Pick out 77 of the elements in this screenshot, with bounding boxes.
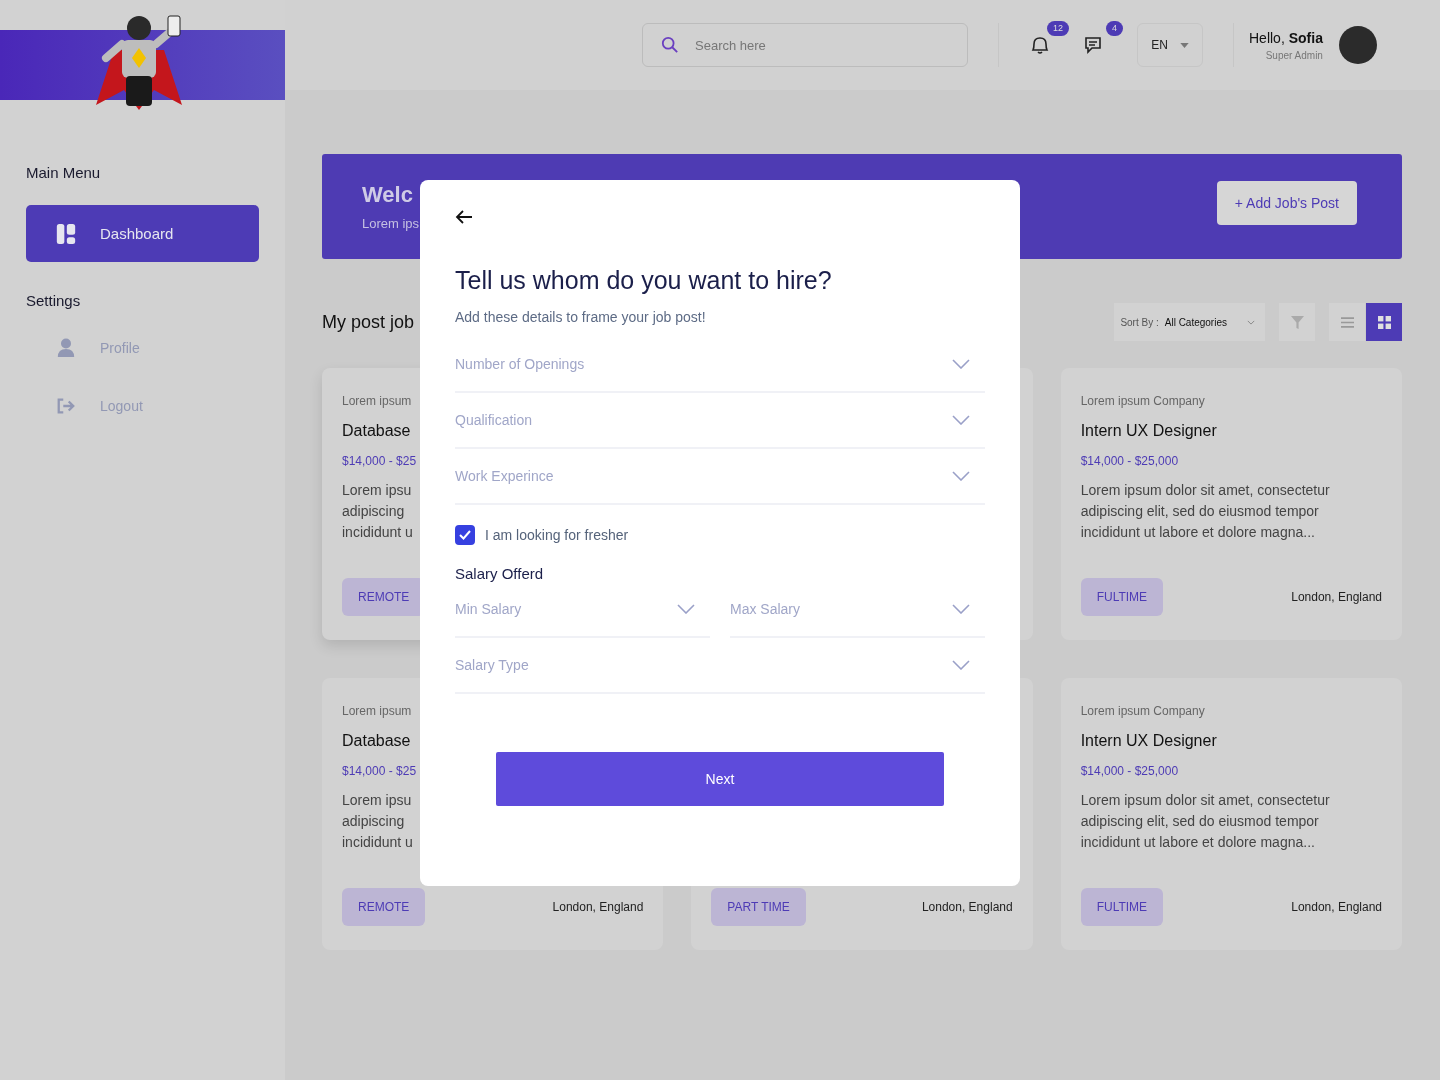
back-button[interactable] bbox=[455, 208, 473, 226]
job-type-tag: FULTIME bbox=[1080, 578, 1164, 616]
description-line: adipiscing bbox=[342, 502, 405, 521]
chevron-down-icon bbox=[952, 359, 970, 369]
notifications-button[interactable]: 12 bbox=[1029, 21, 1069, 57]
section-title: My post job bbox=[322, 311, 415, 333]
salary-range: $14,000 - $25,000 bbox=[1080, 454, 1179, 468]
location: London, England bbox=[921, 900, 1013, 914]
chevron-down-icon bbox=[952, 415, 970, 425]
description-line: adipiscing elit, sed do eiusmod tempor bbox=[1080, 812, 1319, 831]
company-name: Lorem ipsum bbox=[342, 704, 412, 718]
description-line: adipiscing elit, sed do eiusmod tempor bbox=[1080, 502, 1319, 521]
description-line: Lorem ipsu bbox=[342, 481, 412, 500]
greeting: Hello, Sofia bbox=[1249, 29, 1323, 46]
search-field[interactable]: Search here bbox=[642, 23, 968, 67]
chevron-down-icon bbox=[1247, 319, 1255, 325]
description-line: incididunt u bbox=[342, 833, 413, 852]
banner-subtitle: Lorem ips bbox=[362, 216, 420, 231]
company-name: Lorem ipsum Company bbox=[1080, 394, 1205, 408]
chevron-down-icon bbox=[952, 604, 970, 614]
notification-count-badge: 12 bbox=[1047, 21, 1069, 36]
filter-icon bbox=[1290, 315, 1304, 329]
description-line: incididunt ut labore et dolore magna... bbox=[1080, 523, 1315, 542]
user-role: Super Admin bbox=[1265, 49, 1323, 61]
job-title: Database bbox=[342, 732, 411, 750]
logout-icon bbox=[56, 396, 76, 416]
chevron-down-icon bbox=[952, 471, 970, 481]
job-title: Intern UX Designer bbox=[1080, 732, 1217, 750]
menu-section-title: Settings bbox=[26, 292, 82, 309]
salary-heading: Salary Offerd bbox=[455, 565, 544, 582]
salary-range: $14,000 - $25,000 bbox=[1080, 764, 1179, 778]
chevron-down-icon bbox=[677, 604, 695, 614]
grid-view-button[interactable] bbox=[1366, 303, 1402, 341]
job-type-tag: FULTIME bbox=[1080, 888, 1164, 926]
menu-item[interactable]: Dashboard bbox=[26, 205, 259, 262]
search-icon bbox=[661, 36, 679, 54]
salary-range: $14,000 - $25 bbox=[342, 454, 417, 468]
messages-button[interactable]: 4 bbox=[1083, 21, 1123, 57]
description-line: adipiscing bbox=[342, 812, 405, 831]
dialog-subtitle: Add these details to frame your job post! bbox=[455, 309, 707, 325]
add-job-post-button[interactable]: + Add Job's Post bbox=[1216, 180, 1357, 225]
check-icon bbox=[458, 529, 472, 541]
checkbox[interactable] bbox=[455, 525, 475, 545]
job-type-tag: REMOTE bbox=[342, 888, 426, 926]
language-dropdown[interactable]: EN bbox=[1137, 23, 1203, 67]
menu-section-title: Main Menu bbox=[26, 164, 102, 181]
sort-dropdown[interactable]: Sort By : All Categories bbox=[1114, 303, 1265, 341]
job-card[interactable]: Lorem ipsum Company Intern UX Designer $14,000 - $25,000 Lorem ipsum dolor sit amet, consectetur adipiscing elit, sed do eiusmod tempor incididunt ut labore et dolore magna... FULTIME London, England bbox=[1060, 368, 1402, 640]
job-title: Database bbox=[342, 422, 411, 440]
grid-icon bbox=[1377, 315, 1391, 329]
location: London, England bbox=[552, 900, 644, 914]
dashboard-icon bbox=[56, 223, 76, 244]
bell-icon bbox=[1029, 34, 1051, 56]
description-line: incididunt u bbox=[342, 523, 413, 542]
checkbox-label: I am looking for fresher bbox=[485, 527, 629, 543]
company-name: Lorem ipsum bbox=[342, 394, 412, 408]
list-icon bbox=[1340, 315, 1354, 329]
dialog-title: Tell us whom do you want to hire? bbox=[455, 266, 833, 295]
message-count-badge: 4 bbox=[1106, 21, 1123, 36]
company-name: Lorem ipsum Company bbox=[1080, 704, 1205, 718]
description-line: incididunt ut labore et dolore magna... bbox=[1080, 833, 1315, 852]
job-type-tag: PART TIME bbox=[711, 888, 806, 926]
user-icon bbox=[56, 338, 76, 358]
back-arrow-icon bbox=[455, 209, 473, 225]
location: London, England bbox=[1291, 590, 1382, 604]
salary-range: $14,000 - $25 bbox=[342, 764, 417, 778]
description-line: Lorem ipsu bbox=[342, 791, 412, 810]
chevron-down-icon bbox=[952, 660, 970, 670]
avatar[interactable] bbox=[1338, 26, 1377, 64]
description-line: Lorem ipsum dolor sit amet, consectetur bbox=[1080, 791, 1330, 810]
location: London, England bbox=[1291, 900, 1382, 914]
banner-title: Welc bbox=[362, 182, 414, 208]
job-title: Intern UX Designer bbox=[1080, 422, 1217, 440]
caret-icon bbox=[1179, 42, 1189, 48]
job-card[interactable]: Lorem ipsum Company Intern UX Designer $14,000 - $25,000 Lorem ipsum dolor sit amet, consectetur adipiscing elit, sed do eiusmod tempor incididunt ut labore et dolore magna... FULTIME London, England bbox=[1060, 678, 1402, 950]
description-line: Lorem ipsum dolor sit amet, consectetur bbox=[1080, 481, 1330, 500]
next-button[interactable]: Next bbox=[496, 752, 944, 806]
